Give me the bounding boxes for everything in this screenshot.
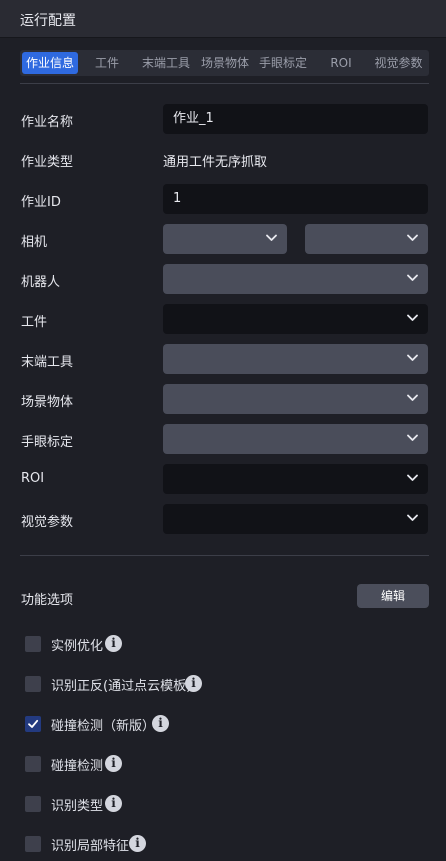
chevron-down-icon [407,514,418,521]
robot-label: 机器人 [21,275,61,290]
info-icon[interactable]: i [105,755,122,772]
check-icon [28,719,39,728]
hand-eye-label: 手眼标定 [21,435,74,450]
option-label: 实例优化 [51,639,104,654]
camera-select-1[interactable] [163,224,287,254]
chevron-down-icon [407,474,418,481]
end-tool-select[interactable] [163,344,428,374]
scene-object-label: 场景物体 [21,395,74,410]
title-bar: 运行配置 [0,0,446,38]
job-type-label: 作业类型 [21,155,74,170]
job-id-input[interactable]: 1 [163,184,428,214]
divider-middle [20,555,429,556]
tab-end-tool[interactable]: 末端工具 [138,52,194,74]
option-label: 识别类型 [51,799,104,814]
checkbox[interactable] [25,636,41,652]
job-name-label: 作业名称 [21,115,74,130]
option-label: 碰撞检测（新版） [51,719,156,734]
job-id-label: 作业ID [21,195,61,210]
workpiece-label: 工件 [21,315,48,330]
info-icon[interactable]: i [129,835,146,852]
chevron-down-icon [407,314,418,321]
chevron-down-icon [407,274,418,281]
workpiece-select[interactable] [163,304,428,334]
tab-bar: 作业信息 工件 末端工具 场景物体 手眼标定 ROI 视觉参数 [20,50,429,76]
chevron-down-icon [407,394,418,401]
job-type-value: 通用工件无序抓取 [163,155,268,170]
tab-workpiece[interactable]: 工件 [84,52,130,74]
checkbox[interactable] [25,756,41,772]
roi-select[interactable] [163,464,428,494]
checkbox-checked[interactable] [25,716,41,732]
tab-job-info[interactable]: 作业信息 [22,52,78,74]
hand-eye-select[interactable] [163,424,428,454]
vision-params-select[interactable] [163,504,428,534]
run-config-panel: 运行配置 作业信息 工件 末端工具 场景物体 手眼标定 ROI 视觉参数 作业名… [0,0,446,861]
tab-vision-params[interactable]: 视觉参数 [370,52,427,74]
chevron-down-icon [407,234,418,241]
features-section-title: 功能选项 [21,593,74,608]
end-tool-label: 末端工具 [21,355,74,370]
option-label: 碰撞检测 [51,759,104,774]
info-icon[interactable]: i [105,635,122,652]
camera-label: 相机 [21,235,48,250]
divider-top [20,83,429,84]
chevron-down-icon [407,354,418,361]
vision-params-label: 视觉参数 [21,515,74,530]
window-title: 运行配置 [20,13,76,29]
job-name-input[interactable]: 作业_1 [163,104,428,134]
info-icon[interactable]: i [152,715,169,732]
info-icon[interactable]: i [105,795,122,812]
chevron-down-icon [407,434,418,441]
tab-scene-object[interactable]: 场景物体 [197,52,253,74]
tab-hand-eye[interactable]: 手眼标定 [255,52,311,74]
option-label: 识别局部特征 [51,839,130,854]
option-label: 识别正反(通过点云模板) [51,679,192,694]
chevron-down-icon [266,234,277,241]
tab-roi[interactable]: ROI [318,52,364,74]
checkbox[interactable] [25,836,41,852]
robot-select[interactable] [163,264,428,294]
roi-label: ROI [21,471,45,486]
scene-object-select[interactable] [163,384,428,414]
checkbox[interactable] [25,796,41,812]
checkbox[interactable] [25,676,41,692]
info-icon[interactable]: i [185,675,202,692]
edit-button[interactable]: 编辑 [357,584,429,608]
camera-select-2[interactable] [305,224,428,254]
